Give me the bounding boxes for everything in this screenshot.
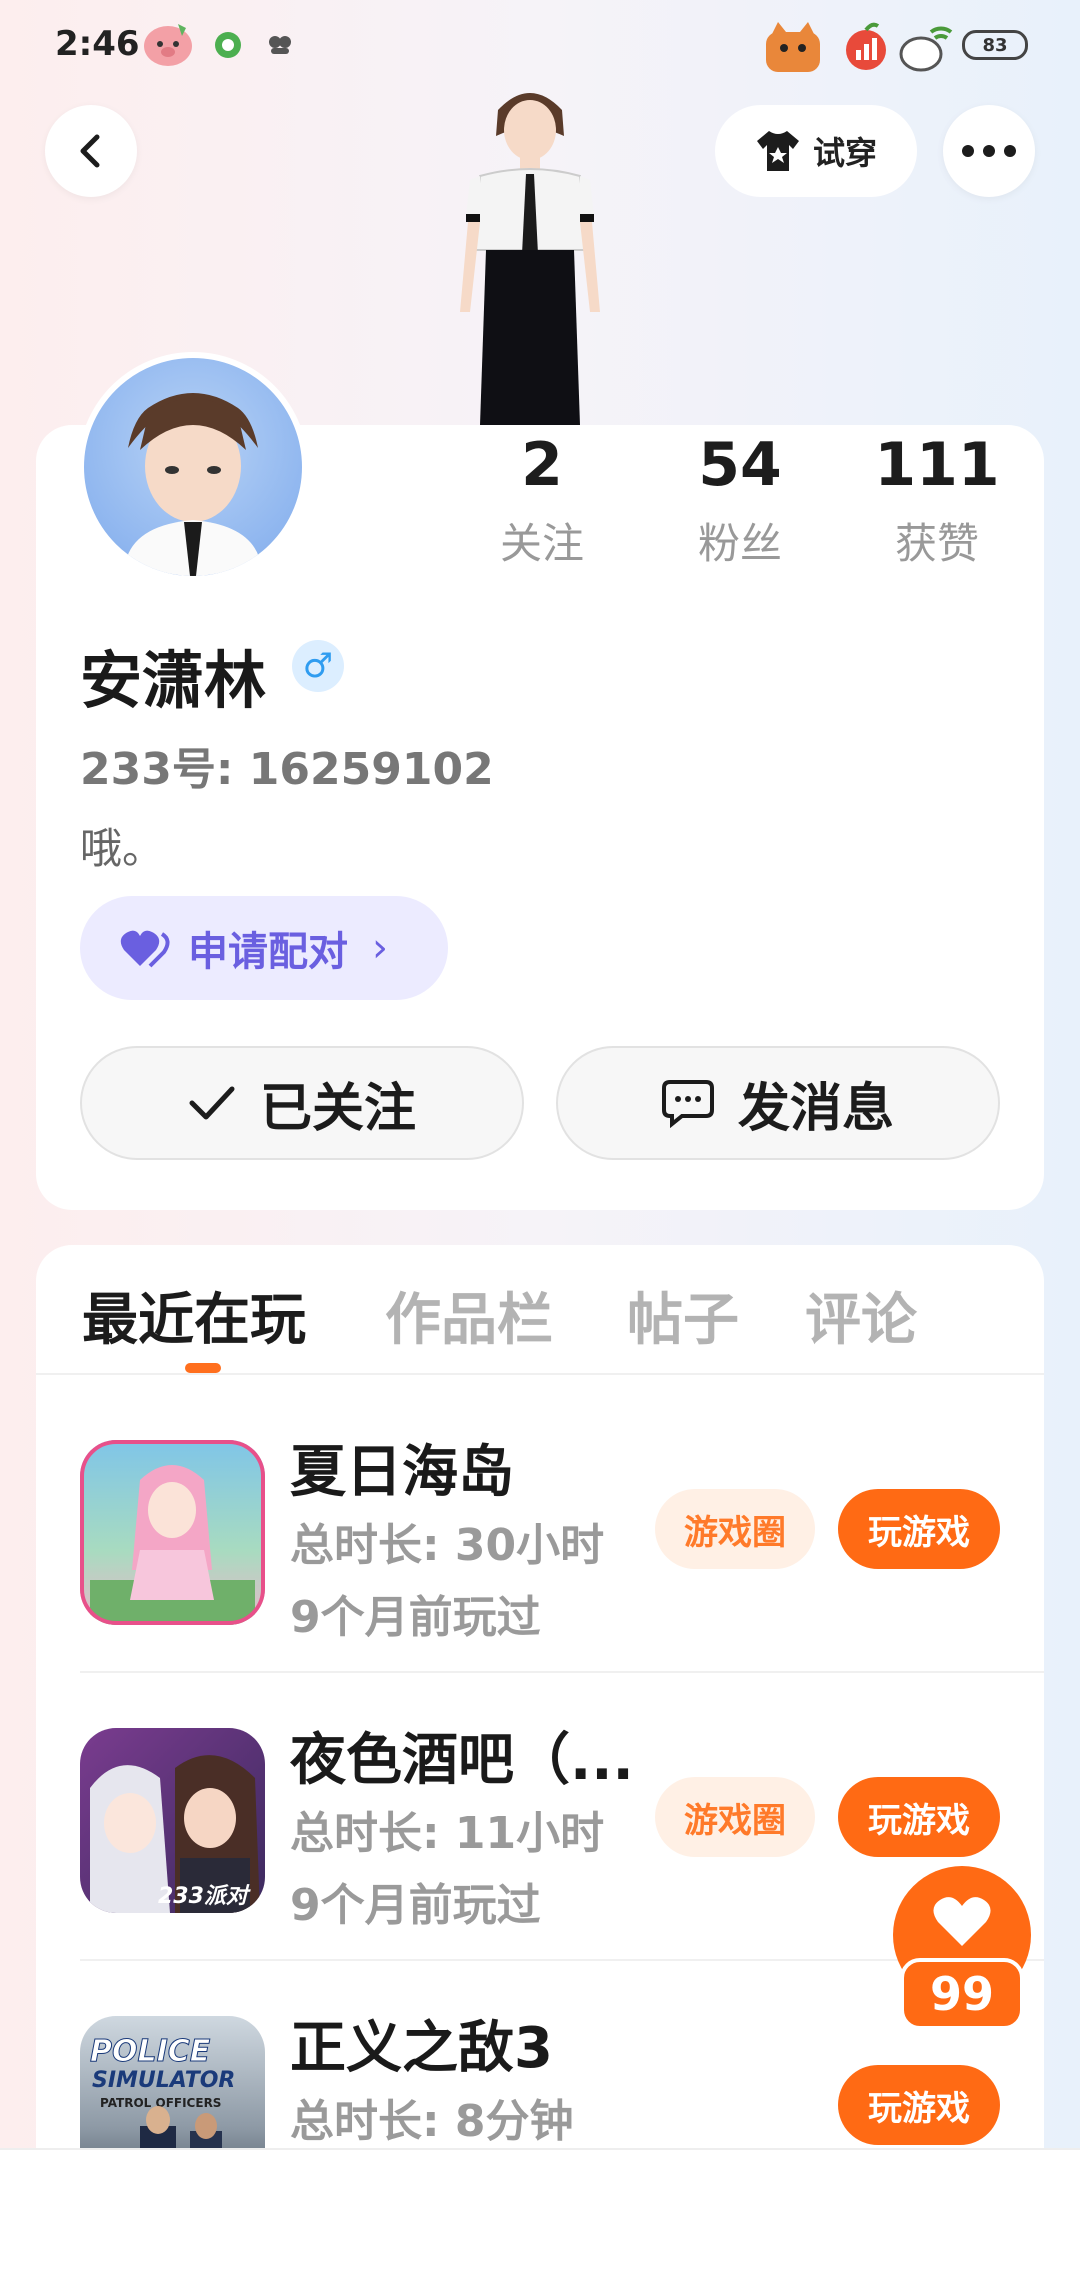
- app-notification-icon-2: [265, 30, 295, 60]
- stat-number: 54: [698, 430, 782, 500]
- user-id: 233号: 16259102: [80, 744, 494, 795]
- stat-likes[interactable]: 111 获赞: [862, 430, 1012, 571]
- tshirt-icon: [756, 131, 799, 171]
- avatar[interactable]: [78, 352, 308, 582]
- chat-bubble-icon: [661, 1080, 714, 1128]
- more-dots-icon: [962, 145, 1016, 157]
- game-duration: 总时长: 8分钟: [290, 2096, 574, 2147]
- game-title: 夏日海岛: [290, 1440, 514, 1505]
- status-time: 2:46: [55, 24, 140, 64]
- check-icon: [189, 1086, 235, 1120]
- status-bar: 2:46 83: [0, 0, 1080, 92]
- more-button[interactable]: [943, 105, 1035, 197]
- battery-indicator: 83: [962, 30, 1028, 60]
- game-last-played: 9个月前玩过: [290, 1592, 541, 1643]
- game-last-played: 9个月前玩过: [290, 1880, 541, 1931]
- back-arrow-icon: [80, 134, 100, 168]
- send-message-label: 发消息: [737, 1078, 894, 1139]
- game-duration: 总时长: 11小时: [290, 1808, 605, 1859]
- back-button[interactable]: [45, 105, 137, 197]
- play-game-button[interactable]: 玩游戏: [838, 1489, 1000, 1569]
- bottom-bar: [0, 2148, 1080, 2280]
- mascot-icon: [758, 16, 828, 76]
- send-message-button[interactable]: 发消息: [556, 1046, 1000, 1160]
- profile-screen: 2:46 83 试穿 2 关注 54 粉丝 111 获赞 安潇林 ♂ 233号:…: [0, 0, 1080, 2280]
- divider: [36, 1373, 1044, 1375]
- tab-recently-played[interactable]: 最近在玩: [82, 1275, 306, 1356]
- stat-label: 关注: [499, 519, 584, 568]
- avatar-figure: [440, 80, 620, 425]
- heart-pair-icon: [120, 930, 170, 968]
- following-label: 已关注: [259, 1078, 416, 1139]
- play-game-button[interactable]: 玩游戏: [838, 2065, 1000, 2145]
- following-button[interactable]: 已关注: [80, 1046, 524, 1160]
- game-title: 正义之敌3: [290, 2016, 553, 2081]
- stat-following[interactable]: 2 关注: [467, 430, 617, 571]
- tab-active-indicator: [185, 1363, 221, 1373]
- tab-posts[interactable]: 帖子: [627, 1275, 739, 1356]
- game-thumb-badge: 233派对: [158, 1884, 248, 1909]
- request-pair-label: 申请配对: [188, 929, 348, 975]
- tab-comments[interactable]: 评论: [805, 1275, 917, 1356]
- pig-notification-icon: [140, 18, 196, 70]
- stat-number: 2: [521, 430, 563, 500]
- wifi-mascot-icon: [895, 18, 957, 74]
- stat-number: 111: [874, 430, 1000, 500]
- like-count-badge: 99: [900, 1958, 1024, 2030]
- game-duration: 总时长: 30小时: [290, 1520, 605, 1571]
- stat-fans[interactable]: 54 粉丝: [665, 430, 815, 571]
- game-title: 夜色酒吧（...: [290, 1728, 634, 1793]
- game-thumbnail: 233派对: [80, 1728, 265, 1913]
- signal-apple-icon: [840, 20, 892, 72]
- heart-icon: [933, 1897, 991, 1946]
- try-on-button[interactable]: 试穿: [715, 105, 917, 197]
- chevron-right-icon: ›: [372, 925, 388, 971]
- male-gender-icon: ♂: [292, 640, 344, 692]
- stat-label: 粉丝: [697, 519, 782, 568]
- username: 安潇林: [80, 644, 267, 717]
- game-circle-button[interactable]: 游戏圈: [655, 1489, 815, 1569]
- bio: 哦。: [80, 824, 165, 873]
- app-notification-icon: [213, 30, 243, 60]
- request-pair-button[interactable]: 申请配对 ›: [80, 896, 448, 1000]
- stat-label: 获赞: [894, 519, 979, 568]
- game-circle-button[interactable]: 游戏圈: [655, 1777, 815, 1857]
- try-on-label: 试穿: [812, 134, 877, 172]
- game-thumbnail: [80, 1440, 265, 1625]
- tab-works[interactable]: 作品栏: [385, 1275, 553, 1356]
- play-game-button[interactable]: 玩游戏: [838, 1777, 1000, 1857]
- list-item[interactable]: 夏日海岛 总时长: 30小时 9个月前玩过 游戏圈 玩游戏: [0, 1385, 1080, 1673]
